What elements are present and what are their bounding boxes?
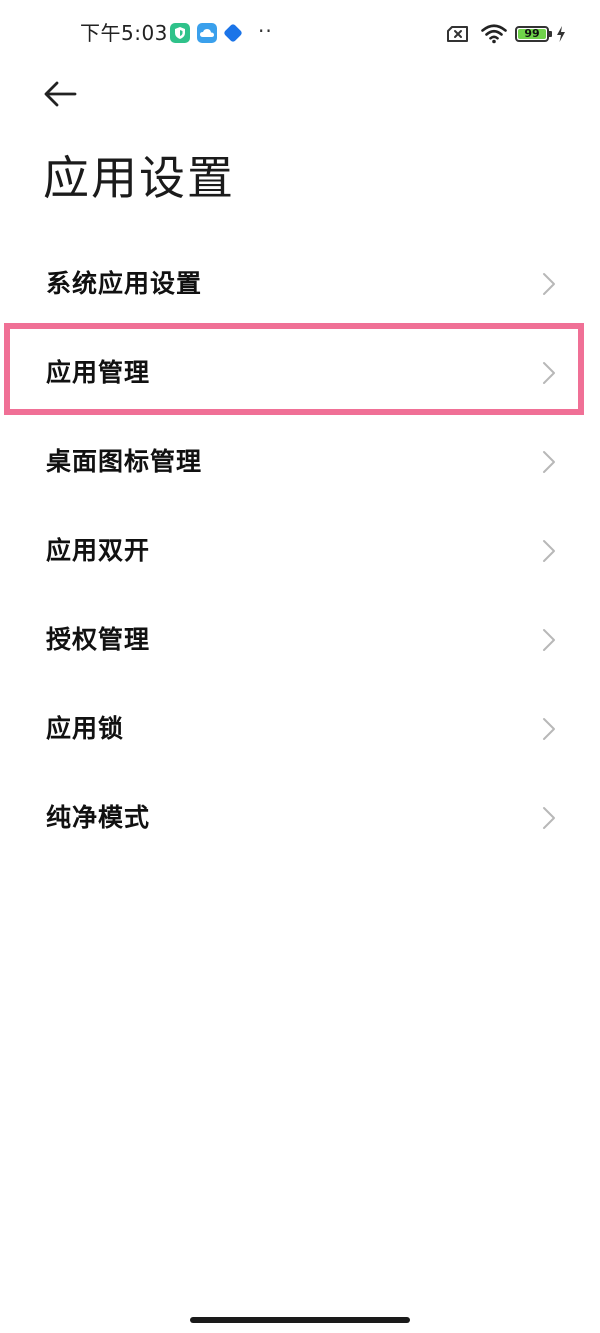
chevron-right-icon <box>543 718 555 740</box>
no-sim-icon <box>447 26 468 42</box>
menu-item-system-app-settings[interactable]: 系统应用设置 <box>0 239 600 328</box>
menu-item-desktop-icon-management[interactable]: 桌面图标管理 <box>0 417 600 506</box>
charging-bolt-icon <box>557 26 565 42</box>
chevron-right-icon <box>543 807 555 829</box>
chevron-right-icon <box>543 629 555 651</box>
battery-icon: 99 <box>515 26 552 42</box>
settings-menu: 系统应用设置 应用管理 桌面图标管理 应用双开 授权管理 应用锁 纯净模式 <box>0 239 600 862</box>
page-title: 应用设置 <box>43 151 235 205</box>
menu-item-label: 系统应用设置 <box>46 269 203 298</box>
status-bar: 下午5:03 ·· 99 <box>0 0 600 66</box>
shield-app-icon <box>170 23 190 43</box>
menu-item-label: 应用锁 <box>46 714 125 743</box>
menu-item-label: 应用双开 <box>46 536 151 565</box>
back-button[interactable] <box>38 74 82 114</box>
chevron-right-icon <box>543 362 555 384</box>
chevron-right-icon <box>543 540 555 562</box>
menu-item-label: 应用管理 <box>46 358 151 387</box>
status-more-icon: ·· <box>258 19 273 43</box>
cloud-app-icon <box>197 23 217 43</box>
menu-item-label: 纯净模式 <box>46 803 151 832</box>
chevron-right-icon <box>543 273 555 295</box>
chevron-right-icon <box>543 451 555 473</box>
menu-item-pure-mode[interactable]: 纯净模式 <box>0 773 600 862</box>
wifi-icon <box>481 24 507 44</box>
status-indicators: 99 <box>447 22 566 46</box>
menu-item-label: 授权管理 <box>46 625 151 654</box>
battery-level: 99 <box>524 27 540 40</box>
arrow-left-icon <box>44 81 77 107</box>
status-time: 下午5:03 <box>80 21 168 45</box>
menu-item-label: 桌面图标管理 <box>46 447 203 476</box>
menu-item-permissions[interactable]: 授权管理 <box>0 595 600 684</box>
menu-item-app-management[interactable]: 应用管理 <box>0 328 600 417</box>
menu-item-app-lock[interactable]: 应用锁 <box>0 684 600 773</box>
diamond-app-icon <box>223 23 243 43</box>
home-indicator[interactable] <box>190 1317 410 1323</box>
menu-item-dual-apps[interactable]: 应用双开 <box>0 506 600 595</box>
